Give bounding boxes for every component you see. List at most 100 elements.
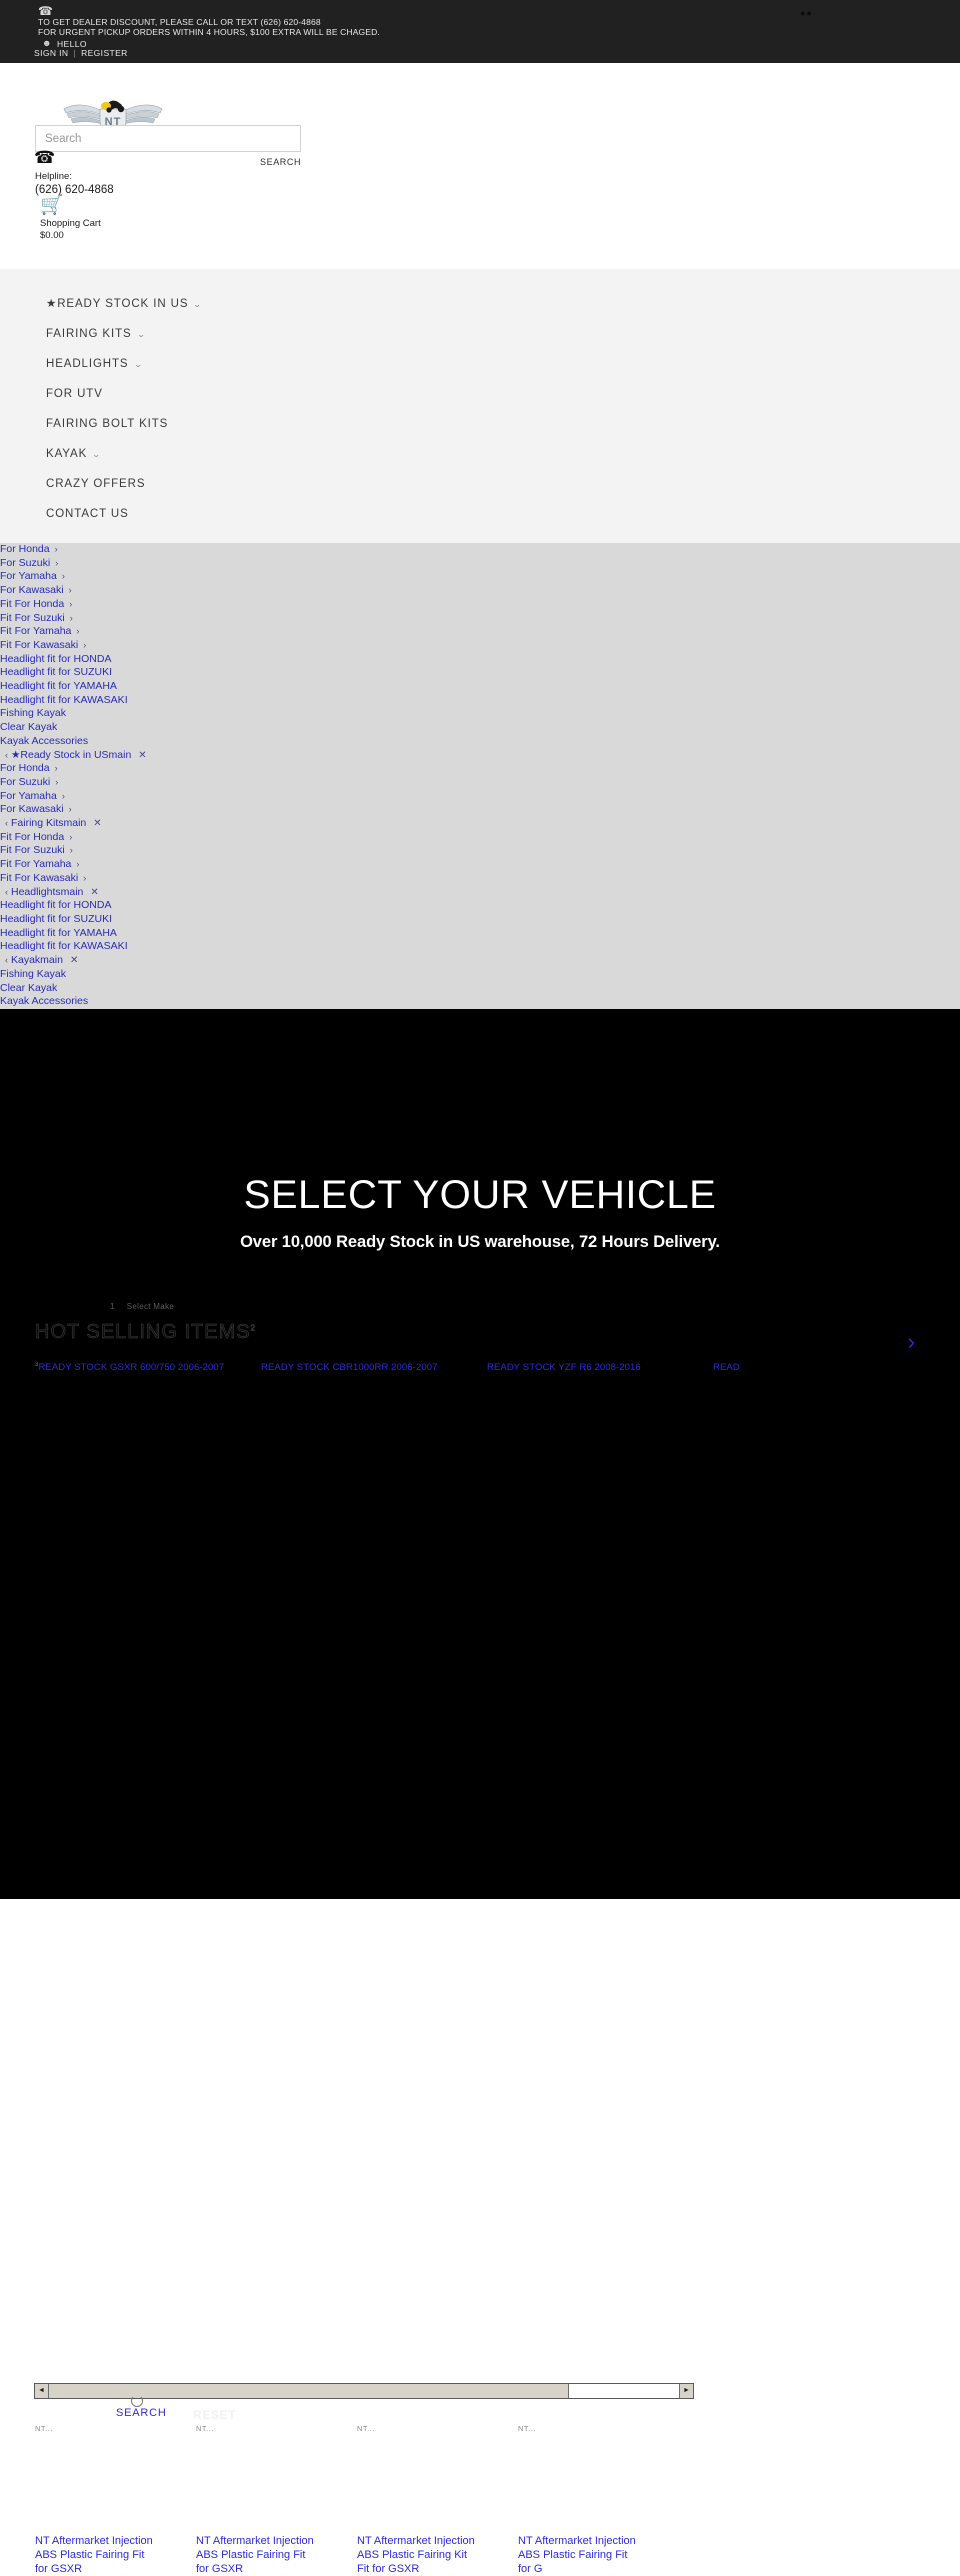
nav-item-5[interactable]: KAYAK ⌄ [0, 439, 960, 469]
menu-link-item[interactable]: Headlight fit for YAMAHA [0, 927, 960, 941]
product-category-link[interactable]: 3READY STOCK GSXR 600/750 2006-2007 [35, 1362, 261, 1373]
menu-link-item[interactable]: Fit For Yamaha › [0, 625, 960, 639]
menu-link-item[interactable]: Fit For Honda › [0, 598, 960, 612]
menu-link-item[interactable]: Clear Kayak [0, 982, 960, 996]
menu-link-item[interactable]: Fit For Suzuki › [0, 844, 960, 858]
product-category-link[interactable]: READ [713, 1362, 939, 1373]
vehicle-reset-button[interactable]: RESET [193, 2408, 236, 2422]
menu-link-label[interactable]: Headlight fit for KAWASAKI [0, 940, 128, 952]
menu-link-item[interactable]: Fit For Kawasaki › [0, 639, 960, 653]
menu-link-label[interactable]: Fit For Yamaha [0, 625, 71, 637]
menu-section-header[interactable]: ‹ ★Ready Stock in USmain ✕ [0, 749, 960, 763]
menu-link-label[interactable]: Headlight fit for HONDA [0, 653, 111, 665]
menu-link-label[interactable]: For Honda [0, 543, 50, 555]
product-card-title[interactable]: NT Aftermarket Injection ABS Plastic Fai… [518, 2534, 639, 2576]
menu-link-item[interactable]: For Suzuki › [0, 776, 960, 790]
menu-link-item[interactable]: For Honda › [0, 762, 960, 776]
menu-link-label[interactable]: Kayak Accessories [0, 995, 88, 1007]
menu-link-label[interactable]: Fit For Honda [0, 598, 64, 610]
menu-section-header[interactable]: ‹ Fairing Kitsmain ✕ [0, 817, 960, 831]
menu-link-label[interactable]: Headlight fit for SUZUKI [0, 666, 112, 678]
nav-item-0[interactable]: ★READY STOCK IN US ⌄ [0, 287, 960, 319]
menu-link-item[interactable]: Fit For Yamaha › [0, 858, 960, 872]
search-input[interactable] [35, 125, 301, 152]
menu-link-label[interactable]: Kayak Accessories [0, 735, 88, 747]
close-icon[interactable]: ✕ [131, 750, 146, 761]
menu-link-item[interactable]: Kayak Accessories [0, 735, 960, 749]
menu-link-item[interactable]: Headlight fit for SUZUKI [0, 913, 960, 927]
menu-link-item[interactable]: For Suzuki › [0, 557, 960, 571]
product-card-title[interactable]: NT Aftermarket Injection ABS Plastic Fai… [357, 2534, 478, 2576]
horizontal-scrollbar[interactable]: ◄ ► [34, 2382, 694, 2407]
menu-link-label[interactable]: Headlight fit for YAMAHA [0, 680, 117, 692]
product-card-title[interactable]: NT Aftermarket Injection ABS Plastic Fai… [35, 2534, 156, 2576]
nav-item-1[interactable]: FAIRING KITS ⌄ [0, 319, 960, 349]
menu-link-item[interactable]: Kayak Accessories [0, 995, 960, 1009]
search-button[interactable]: SEARCH [254, 156, 307, 168]
menu-link-item[interactable]: Fit For Kawasaki › [0, 872, 960, 886]
nav-item-2[interactable]: HEADLIGHTS ⌄ [0, 349, 960, 379]
menu-link-item[interactable]: Headlight fit for KAWASAKI [0, 940, 960, 954]
shopping-cart-icon[interactable]: 🛒 [40, 196, 64, 215]
scrollbar-thumb[interactable] [49, 2383, 569, 2407]
menu-link-item[interactable]: Headlight fit for SUZUKI [0, 666, 960, 680]
menu-link-label[interactable]: For Yamaha [0, 790, 57, 802]
menu-link-label[interactable]: Fit For Suzuki [0, 612, 65, 624]
menu-link-item[interactable]: For Kawasaki › [0, 803, 960, 817]
menu-link-label[interactable]: Clear Kayak [0, 982, 57, 994]
menu-link-label[interactable]: Fit For Kawasaki [0, 639, 78, 651]
menu-link-item[interactable]: For Yamaha › [0, 570, 960, 584]
menu-link-item[interactable]: Headlight fit for YAMAHA [0, 680, 960, 694]
menu-link-item[interactable]: Headlight fit for HONDA [0, 653, 960, 667]
product-card-title[interactable]: NT Aftermarket Injection ABS Plastic Fai… [196, 2534, 317, 2576]
menu-link-label[interactable]: Headlight fit for SUZUKI [0, 913, 112, 925]
menu-link-label[interactable]: Clear Kayak [0, 721, 57, 733]
product-category-link[interactable]: READY STOCK YZF R6 2008-2016 [487, 1362, 713, 1373]
product-card[interactable]: NT... NT Aftermarket Injection ABS Plasti… [357, 2424, 478, 2576]
menu-link-item[interactable]: Fit For Suzuki › [0, 612, 960, 626]
close-icon[interactable]: ✕ [63, 955, 78, 966]
menu-link-label[interactable]: For Yamaha [0, 570, 57, 582]
menu-link-label[interactable]: Headlight fit for YAMAHA [0, 927, 117, 939]
menu-link-label[interactable]: For Suzuki [0, 557, 50, 569]
menu-link-label[interactable]: Fit For Kawasaki [0, 872, 78, 884]
menu-section-header[interactable]: ‹ Headlightsmain ✕ [0, 886, 960, 900]
menu-link-label[interactable]: Headlight fit for KAWASAKI [0, 694, 128, 706]
select-make-dropdown[interactable]: Select Make [127, 1302, 174, 1311]
menu-link-item[interactable]: For Yamaha › [0, 790, 960, 804]
menu-link-label[interactable]: Headlight fit for HONDA [0, 899, 111, 911]
menu-link-label[interactable]: For Suzuki [0, 776, 50, 788]
product-card[interactable]: NT... NT Aftermarket Injection ABS Plasti… [518, 2424, 639, 2576]
menu-link-item[interactable]: Fit For Honda › [0, 831, 960, 845]
close-icon[interactable]: ✕ [83, 887, 98, 898]
menu-link-item[interactable]: Clear Kayak [0, 721, 960, 735]
menu-section-header[interactable]: ‹ Kayakmain ✕ [0, 954, 960, 968]
menu-link-label[interactable]: For Kawasaki [0, 803, 64, 815]
menu-link-label[interactable]: Fishing Kayak [0, 707, 66, 719]
menu-link-label[interactable]: For Kawasaki [0, 584, 64, 596]
scrollbar-right-arrow-icon[interactable]: ► [679, 2383, 693, 2398]
nav-item-7[interactable]: CONTACT US [0, 499, 960, 529]
vehicle-search-button[interactable]: SEARCH [116, 2407, 167, 2419]
register-link[interactable]: REGISTER [81, 48, 128, 58]
nav-item-6[interactable]: CRAZY OFFERS [0, 469, 960, 499]
sign-in-link[interactable]: SIGN IN [34, 48, 68, 58]
cart-label[interactable]: Shopping Cart [40, 218, 101, 229]
product-card[interactable]: NT... NT Aftermarket Injection ABS Plasti… [196, 2424, 317, 2576]
menu-link-label[interactable]: Fit For Suzuki [0, 844, 65, 856]
product-category-link[interactable]: READY STOCK CBR1000RR 2006-2007 [261, 1362, 487, 1373]
menu-link-label[interactable]: Fit For Yamaha [0, 858, 71, 870]
menu-link-item[interactable]: Headlight fit for KAWASAKI [0, 694, 960, 708]
nav-item-4[interactable]: FAIRING BOLT KITS [0, 409, 960, 439]
menu-link-item[interactable]: Headlight fit for HONDA [0, 899, 960, 913]
carousel-next-icon[interactable]: › [908, 1330, 915, 1353]
nav-item-3[interactable]: FOR UTV [0, 379, 960, 409]
product-card[interactable]: NT... NT Aftermarket Injection ABS Plasti… [35, 2424, 156, 2576]
close-icon[interactable]: ✕ [86, 818, 101, 829]
menu-link-label[interactable]: Fit For Honda [0, 831, 64, 843]
menu-link-label[interactable]: Fishing Kayak [0, 968, 66, 980]
menu-link-label[interactable]: For Honda [0, 762, 50, 774]
menu-link-item[interactable]: Fishing Kayak [0, 707, 960, 721]
scrollbar-track[interactable] [569, 2383, 679, 2398]
menu-link-item[interactable]: For Kawasaki › [0, 584, 960, 598]
